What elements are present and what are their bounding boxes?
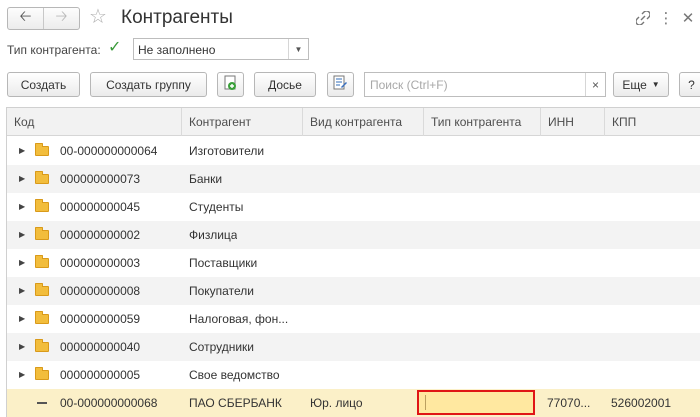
column-header-counterparty[interactable]: Контрагент: [182, 108, 303, 136]
cell-code: 000000000003: [60, 256, 141, 270]
counterparty-type-select[interactable]: Не заполнено ▼: [133, 38, 309, 60]
cell-inn: 77070...: [547, 396, 591, 410]
cell-code: 00-000000000064: [60, 144, 158, 158]
folder-icon: [35, 339, 49, 352]
expand-icon[interactable]: ▶: [19, 221, 25, 249]
cell-code: 000000000040: [60, 340, 141, 354]
folder-icon: [35, 199, 49, 212]
folder-icon: [35, 171, 49, 184]
page-title: Контрагенты: [121, 7, 233, 28]
expand-icon[interactable]: ▶: [19, 305, 25, 333]
clear-search-button[interactable]: ×: [585, 73, 605, 96]
expand-icon[interactable]: ▶: [19, 193, 25, 221]
table-row[interactable]: ▶ 000000000045 Студенты: [7, 193, 700, 221]
cell-counterparty: ПАО СБЕРБАНК: [189, 396, 282, 410]
column-header-type[interactable]: Тип контрагента: [424, 108, 541, 136]
cell-code: 000000000059: [60, 312, 141, 326]
navigation-buttons: 🡠 🡢: [7, 7, 80, 30]
expand-icon[interactable]: ▶: [19, 137, 25, 165]
search-placeholder: Поиск (Ctrl+F): [370, 78, 448, 92]
type-edit-field[interactable]: [417, 390, 535, 415]
table-row[interactable]: ▶ 000000000005 Свое ведомство: [7, 361, 700, 389]
arrow-left-icon: 🡠: [19, 8, 32, 25]
more-vertical-icon[interactable]: ⋮: [657, 9, 675, 27]
title-bar: 🡠 🡢 ☆ Контрагенты ⋮ ✕: [0, 0, 700, 36]
expand-icon[interactable]: ▶: [19, 277, 25, 305]
table-row[interactable]: ▶ 000000000008 Покупатели: [7, 277, 700, 305]
column-header-kpp[interactable]: КПП: [605, 108, 700, 136]
star-icon[interactable]: ☆: [89, 6, 107, 28]
copy-icon: [224, 75, 238, 94]
table-row[interactable]: ▶ 000000000073 Банки: [7, 165, 700, 193]
cell-counterparty: Физлица: [189, 228, 238, 242]
folder-icon: [35, 143, 49, 156]
filter-checkbox[interactable]: ✓: [108, 40, 124, 56]
table-row[interactable]: ▶ 000000000002 Физлица: [7, 221, 700, 249]
cell-kind: Юр. лицо: [310, 396, 363, 410]
filter-label: Тип контрагента:: [7, 43, 101, 57]
cell-kpp: 526002001: [611, 396, 672, 410]
cell-counterparty: Свое ведомство: [189, 368, 280, 382]
copy-button[interactable]: [217, 72, 244, 97]
table-row[interactable]: ▶ 00-000000000064 Изготовители: [7, 137, 700, 165]
report-button[interactable]: [327, 72, 354, 97]
cell-counterparty: Сотрудники: [189, 340, 254, 354]
folder-icon: [35, 255, 49, 268]
table-row-selected[interactable]: 00-000000000068 ПАО СБЕРБАНК Юр. лицо 77…: [7, 389, 700, 417]
link-icon[interactable]: [634, 9, 652, 27]
cell-code: 000000000045: [60, 200, 141, 214]
cell-code: 000000000008: [60, 284, 141, 298]
folder-icon: [35, 283, 49, 296]
cell-code: 000000000002: [60, 228, 141, 242]
cell-counterparty: Студенты: [189, 200, 244, 214]
dropdown-arrow-icon[interactable]: ▼: [288, 39, 308, 59]
folder-icon: [35, 367, 49, 380]
column-header-code[interactable]: Код: [7, 108, 182, 136]
select-value: Не заполнено: [138, 43, 216, 57]
folder-icon: [35, 227, 49, 240]
help-button[interactable]: ?: [679, 72, 700, 97]
more-button[interactable]: Еще ▼: [613, 72, 669, 97]
folder-icon: [35, 311, 49, 324]
cell-code: 000000000073: [60, 172, 141, 186]
expand-icon[interactable]: ▶: [19, 361, 25, 389]
create-button[interactable]: Создать: [7, 72, 80, 97]
cell-code: 000000000005: [60, 368, 141, 382]
cell-counterparty: Поставщики: [189, 256, 258, 270]
document-icon: [333, 75, 348, 94]
forward-button[interactable]: 🡢: [43, 8, 79, 29]
column-header-inn[interactable]: ИНН: [541, 108, 605, 136]
dossier-button[interactable]: Досье: [254, 72, 316, 97]
arrow-right-icon: 🡢: [55, 8, 68, 25]
item-icon: [37, 402, 47, 404]
close-icon[interactable]: ✕: [679, 9, 697, 27]
table-row[interactable]: ▶ 000000000003 Поставщики: [7, 249, 700, 277]
expand-icon[interactable]: ▶: [19, 165, 25, 193]
counterparties-table: Код Контрагент Вид контрагента Тип контр…: [6, 107, 700, 417]
create-group-button[interactable]: Создать группу: [90, 72, 207, 97]
cell-counterparty: Изготовители: [189, 144, 265, 158]
more-label: Еще: [622, 77, 647, 92]
search-input[interactable]: Поиск (Ctrl+F) ×: [364, 72, 606, 97]
table-row[interactable]: ▶ 000000000059 Налоговая, фон...: [7, 305, 700, 333]
chevron-down-icon: ▼: [651, 80, 660, 89]
cell-counterparty: Покупатели: [189, 284, 254, 298]
table-header: Код Контрагент Вид контрагента Тип контр…: [7, 108, 700, 136]
cell-code: 00-000000000068: [60, 396, 158, 410]
cell-counterparty: Банки: [189, 172, 223, 186]
column-header-kind[interactable]: Вид контрагента: [303, 108, 424, 136]
back-button[interactable]: 🡠: [8, 8, 43, 29]
expand-icon[interactable]: ▶: [19, 333, 25, 361]
cell-counterparty: Налоговая, фон...: [189, 312, 289, 326]
table-row[interactable]: ▶ 000000000040 Сотрудники: [7, 333, 700, 361]
expand-icon[interactable]: ▶: [19, 249, 25, 277]
